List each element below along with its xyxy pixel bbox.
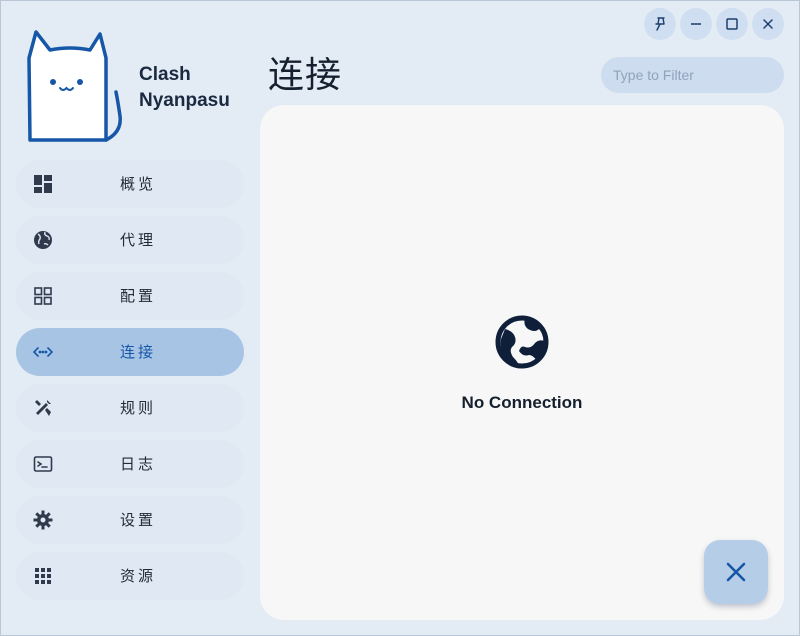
- dashboard-icon: [34, 175, 52, 193]
- grid-icon: [34, 287, 52, 305]
- app-name-line2: Nyanpasu: [139, 90, 230, 111]
- minimize-icon: [691, 23, 701, 25]
- page-title: 连接: [268, 55, 343, 96]
- empty-state: No Connection: [260, 315, 784, 413]
- close-icon: [726, 562, 746, 582]
- sidebar-item-proxy[interactable]: 代理: [16, 216, 244, 264]
- apps-icon: [35, 568, 51, 584]
- close-all-connections-button[interactable]: [704, 540, 768, 604]
- globe-icon: [495, 315, 549, 369]
- sidebar-item-label: 规则: [120, 399, 157, 417]
- sidebar-item-rules[interactable]: 规则: [16, 384, 244, 432]
- maximize-icon: [726, 18, 738, 30]
- empty-state-text: No Connection: [461, 393, 583, 412]
- cat-logo: [27, 30, 122, 142]
- pin-icon: [655, 17, 665, 31]
- maximize-button[interactable]: [716, 8, 748, 40]
- sidebar-item-label: 概览: [120, 175, 157, 193]
- sidebar-item-connections[interactable]: 连接: [16, 328, 244, 376]
- sidebar-item-logs[interactable]: 日志: [16, 440, 244, 488]
- close-button[interactable]: [752, 8, 784, 40]
- sidebar-nav: 概览 代理 配置 连接 规则 日志 设置 资源: [16, 160, 244, 608]
- globe-icon: [34, 231, 52, 249]
- sidebar-item-label: 设置: [120, 511, 157, 529]
- sidebar-item-label: 代理: [120, 231, 157, 249]
- app-name-line1: Clash: [139, 64, 191, 85]
- sidebar-item-overview[interactable]: 概览: [16, 160, 244, 208]
- connections-panel: No Connection: [260, 105, 784, 620]
- app-name: Clash Nyanpasu: [139, 62, 230, 114]
- sidebar-item-label: 日志: [120, 455, 157, 473]
- sidebar-item-resources[interactable]: 资源: [16, 552, 244, 600]
- connection-icon: [33, 347, 53, 357]
- sidebar-item-label: 配置: [120, 287, 157, 305]
- gear-icon: [33, 510, 53, 530]
- window-controls: [644, 8, 784, 40]
- sidebar-item-label: 资源: [120, 567, 157, 585]
- close-icon: [763, 19, 773, 29]
- minimize-button[interactable]: [680, 8, 712, 40]
- sidebar-item-settings[interactable]: 设置: [16, 496, 244, 544]
- sidebar-item-label: 连接: [120, 343, 157, 361]
- sidebar-item-profiles[interactable]: 配置: [16, 272, 244, 320]
- pin-button[interactable]: [644, 8, 676, 40]
- terminal-icon: [33, 456, 53, 472]
- tools-icon: [35, 400, 51, 416]
- filter-input[interactable]: [601, 57, 784, 93]
